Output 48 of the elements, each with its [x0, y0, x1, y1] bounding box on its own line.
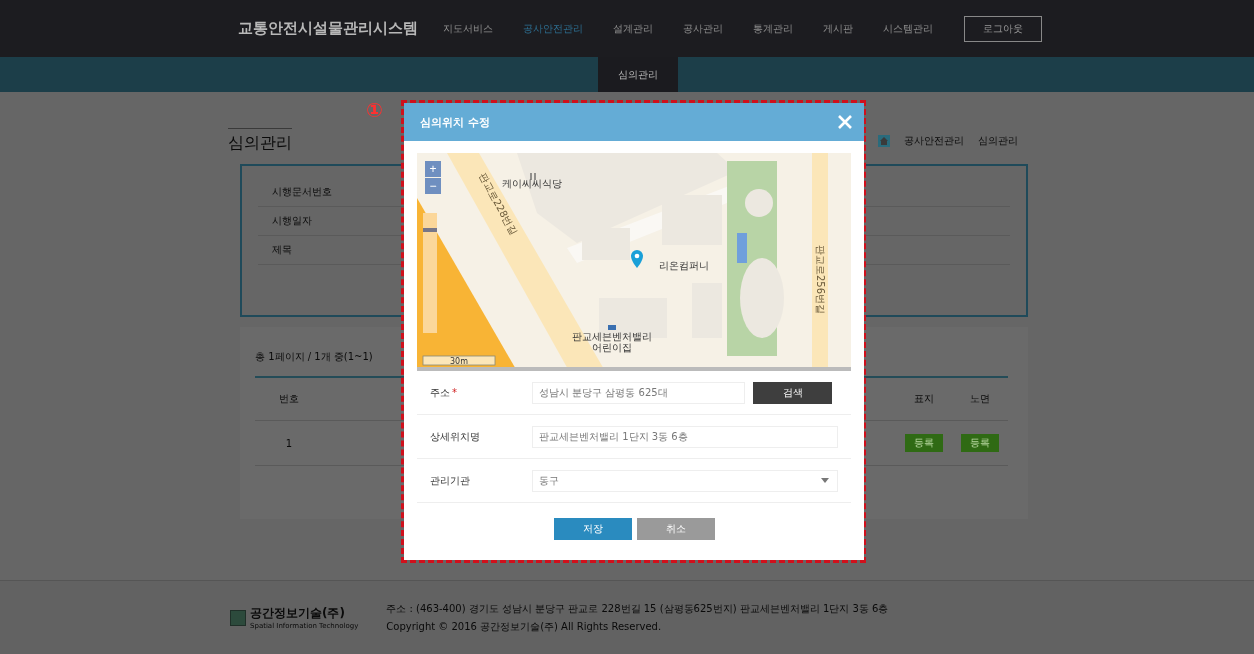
- table-cell-text: 1: [284, 437, 294, 449]
- dialog-title: 심의위치 수정: [420, 114, 490, 130]
- map-poi-label: 판교세븐벤처밸리 어린이집: [572, 331, 652, 353]
- location-pin-icon: [631, 250, 643, 268]
- annotation-number: ①: [366, 98, 383, 122]
- form-label: 주소 *: [429, 385, 458, 400]
- nav-menu-item[interactable]: 게시판: [808, 21, 868, 36]
- map-poi-label: 리온컴퍼니: [659, 260, 709, 271]
- caret-icon: [821, 478, 829, 483]
- close-icon[interactable]: [838, 115, 852, 129]
- company-name: 공간정보기술(주): [250, 605, 346, 622]
- address-text: 주소 : (463-400) 경기도 성남시 분당구 판교로 228번길 15 (삼평동625번지) 판교세븐벤처밸리 1단지 3동 6층: [386, 601, 889, 616]
- field-label: 시행일자: [272, 214, 312, 228]
- nav-menu-item[interactable]: 시스템관리: [868, 21, 948, 36]
- nav-menu-item[interactable]: 지도서비스: [428, 21, 508, 36]
- form-label: 상세위치명: [429, 429, 481, 444]
- field-label: 시행문서번호: [272, 185, 332, 199]
- field-label: 제목: [272, 243, 292, 257]
- copyright-text: Copyright © 2016 공간정보기술(주) All Rights Reserved.: [386, 619, 663, 634]
- nav-menu-item[interactable]: 공사안전관리: [508, 21, 598, 36]
- page-count-text: 총 1페이지 / 1개 중(1~1): [255, 350, 373, 364]
- nav-menu-item[interactable]: 설계관리: [598, 21, 668, 36]
- text-input-field[interactable]: 판교세븐벤처밸리 1단지 3동 6층: [532, 425, 838, 448]
- search-button[interactable]: 검색: [753, 381, 832, 404]
- column-header: 번호: [278, 392, 300, 406]
- breadcrumb-item[interactable]: 공사안전관리: [904, 134, 964, 148]
- register-button[interactable]: 등록: [905, 434, 943, 452]
- submenu-item[interactable]: 심의관리: [598, 57, 678, 92]
- form-label: 관리기관: [429, 473, 471, 488]
- text-input-field[interactable]: 성남시 분당구 삼평동 625대: [532, 381, 745, 404]
- home-icon[interactable]: [878, 135, 890, 147]
- company-logo-icon: [230, 609, 246, 626]
- cancel-button[interactable]: 취소: [636, 518, 715, 540]
- column-header: 노면: [969, 392, 991, 406]
- map-scale-bar: 30m: [422, 355, 496, 366]
- breadcrumb-item[interactable]: 심의관리: [978, 134, 1018, 148]
- nav-menu-item[interactable]: 통계관리: [738, 21, 808, 36]
- road-label: 판교로256번길: [815, 245, 826, 315]
- logout-button[interactable]: 로그아웃: [964, 15, 1042, 42]
- register-button[interactable]: 등록: [961, 434, 999, 452]
- page-title: 심의관리: [228, 128, 292, 154]
- save-button[interactable]: 저장: [553, 518, 632, 540]
- column-header: 표지: [913, 392, 935, 406]
- zoom-in-button[interactable]: +: [425, 161, 441, 177]
- agency-dropdown[interactable]: 동구: [532, 469, 838, 492]
- system-logo-text[interactable]: 교통안전시설물관리시스템: [238, 19, 428, 38]
- nav-menu-item[interactable]: 공사관리: [668, 21, 738, 36]
- zoom-out-button[interactable]: −: [425, 178, 441, 194]
